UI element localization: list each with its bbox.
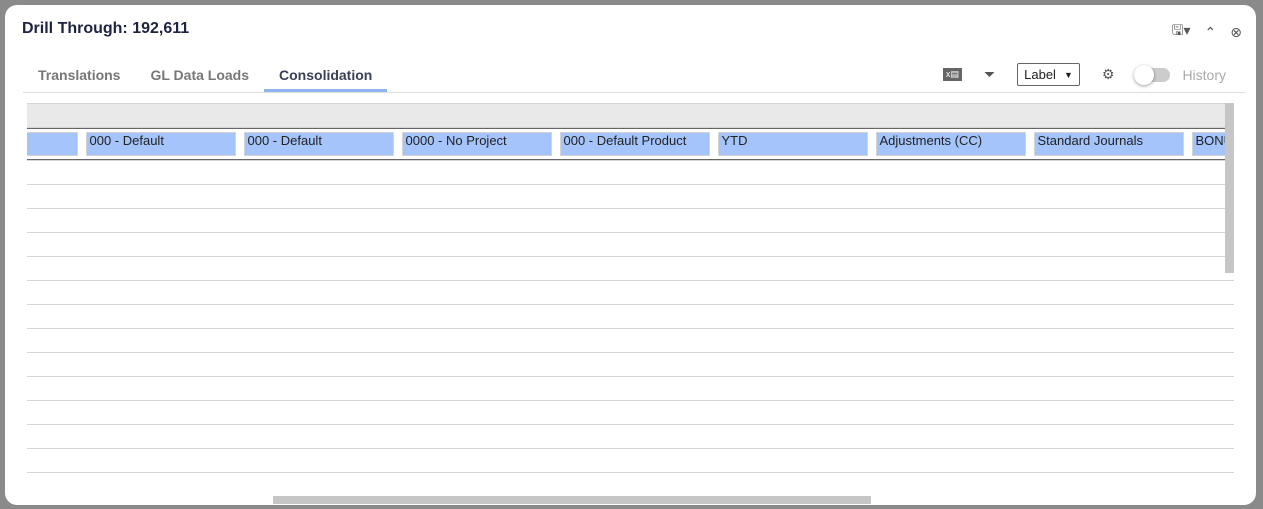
excel-export-icon[interactable]: x▤ — [942, 68, 962, 81]
drill-through-dialog: Drill Through: 192,611 🖫▾ ⌃ ⊗ Translatio… — [5, 5, 1256, 505]
table-cell[interactable]: Finance — [27, 208, 1234, 233]
table-row[interactable]: Finance000 - Default000 - Default0000 - … — [27, 328, 1234, 353]
collapse-icon[interactable]: ⌃ — [1205, 24, 1217, 41]
table-cell[interactable]: 000 - Default — [85, 132, 236, 156]
table-cell[interactable]: Finance — [27, 328, 1234, 353]
filter-icon[interactable]: ⏷ — [984, 66, 995, 83]
table-row[interactable]: Finance000 - Default000 - Default0000 - … — [27, 232, 1234, 257]
table-cell[interactable]: Finance — [27, 280, 1234, 305]
table-row[interactable]: Finance000 - Default000 - Default0000 - … — [27, 160, 1234, 185]
view-select[interactable]: Label ▼ — [1017, 63, 1080, 86]
vertical-scrollbar[interactable] — [1225, 103, 1234, 273]
horizontal-scrollbar[interactable] — [273, 496, 871, 504]
tab-gl-data-loads[interactable]: GL Data Loads — [135, 59, 264, 92]
table-cell[interactable]: Finance — [27, 424, 1234, 449]
close-icon[interactable]: ⊗ — [1230, 24, 1242, 41]
table-cell[interactable]: Finance — [27, 400, 1234, 425]
table-cell[interactable]: Finance — [27, 160, 1234, 185]
table-row[interactable]: Finance000 - Default000 - Default0000 - … — [27, 184, 1234, 209]
table-cell[interactable]: Finance — [27, 472, 1234, 493]
table-row[interactable]: Finance 000 - Default 000 - Default 0000 - … — [27, 128, 1234, 160]
history-label: History — [1182, 66, 1226, 83]
table-cell[interactable]: Finance — [27, 352, 1234, 377]
table-row[interactable]: Finance000 - Default000 - Default0000 - … — [27, 208, 1234, 233]
table-row[interactable]: Finance000 - Default000 - Default0000 - … — [27, 304, 1234, 329]
table-cell[interactable]: Finance — [27, 304, 1234, 329]
table-cell[interactable]: 000 - Default Product — [559, 132, 710, 156]
table-row[interactable]: Finance000 - Default000 - Default0000 - … — [27, 472, 1234, 493]
data-grid: DepartmentCustomerCustom2ProjectProductM… — [27, 103, 1234, 493]
table-cell[interactable]: 000 - Default — [243, 132, 394, 156]
table-cell[interactable]: 0000 - No Project — [401, 132, 552, 156]
table-row[interactable]: Finance000 - Default000 - Default0000 - … — [27, 376, 1234, 401]
table-cell[interactable]: Finance — [27, 256, 1234, 281]
dialog-title: Drill Through: 192,611 — [22, 20, 190, 37]
tab-consolidation[interactable]: Consolidation — [264, 59, 388, 92]
column-header[interactable]: Department — [27, 103, 1234, 128]
chevron-down-icon: ▼ — [1063, 69, 1073, 80]
table-row[interactable]: Finance000 - Default000 - Default0000 - … — [27, 352, 1234, 377]
table-cell[interactable]: Finance — [27, 232, 1234, 257]
gear-icon[interactable]: ⚙ — [1102, 66, 1115, 83]
table-row[interactable]: Finance000 - Default000 - Default0000 - … — [27, 256, 1234, 281]
view-select-value: Label — [1024, 67, 1056, 82]
table-row[interactable]: Finance000 - Default000 - Default0000 - … — [27, 400, 1234, 425]
table-cell[interactable]: Finance — [27, 132, 78, 156]
table-cell[interactable]: Finance — [27, 184, 1234, 209]
table-cell[interactable]: Finance — [27, 376, 1234, 401]
save-layout-icon[interactable]: 🖫▾ — [1172, 20, 1191, 44]
history-toggle[interactable] — [1134, 64, 1171, 85]
table-row[interactable]: Finance000 - Default000 - Default0000 - … — [27, 448, 1234, 473]
table-cell[interactable]: Standard Journals — [1033, 132, 1184, 156]
table-row[interactable]: Finance000 - Default000 - Default0000 - … — [27, 280, 1234, 305]
table-cell[interactable]: Adjustments (CC) — [875, 132, 1026, 156]
table-cell[interactable]: YTD — [717, 132, 868, 156]
table-cell[interactable]: Finance — [27, 448, 1234, 473]
table-row[interactable]: Finance000 - Default000 - Default0000 - … — [27, 424, 1234, 449]
tab-translations[interactable]: Translations — [23, 59, 135, 92]
